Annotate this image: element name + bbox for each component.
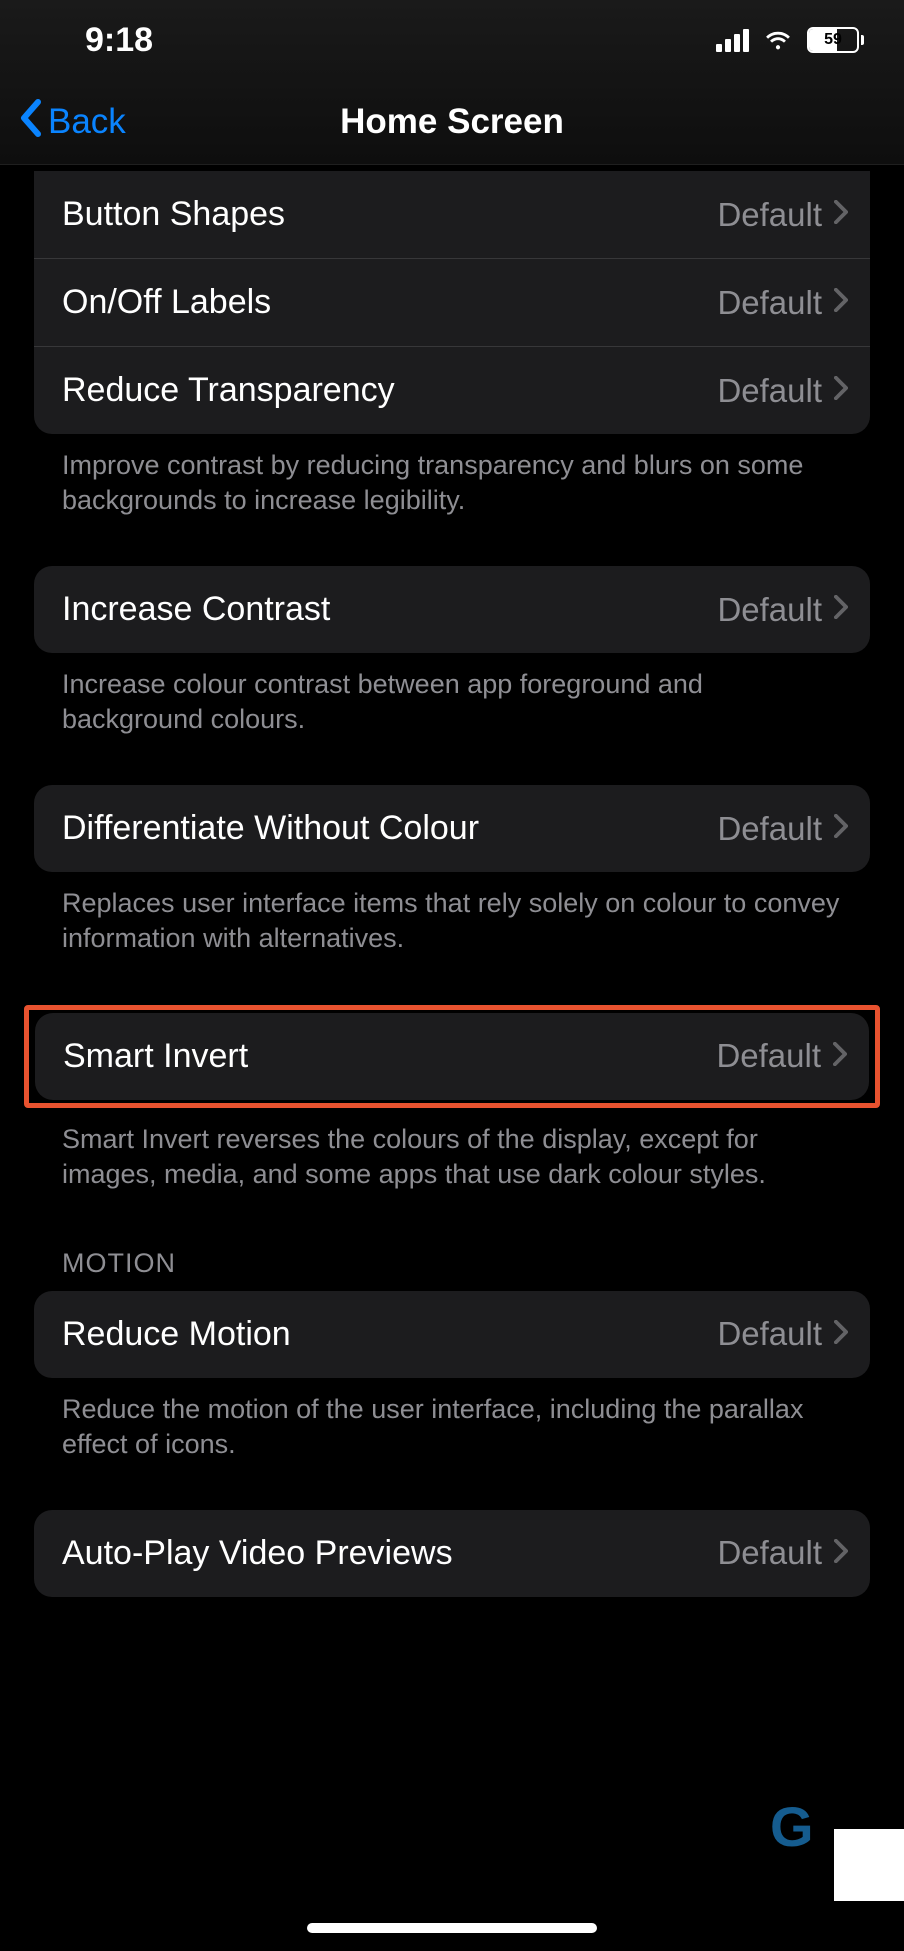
wifi-icon [761, 21, 795, 60]
footer-reduce-transparency: Improve contrast by reducing transparenc… [34, 434, 870, 518]
home-indicator[interactable] [307, 1923, 597, 1933]
chevron-right-icon [834, 595, 848, 624]
row-label: Smart Invert [63, 1037, 248, 1076]
row-autoplay-video-previews[interactable]: Auto-Play Video Previews Default [34, 1510, 870, 1597]
row-on-off-labels[interactable]: On/Off Labels Default [34, 258, 870, 346]
chevron-right-icon [834, 814, 848, 843]
navigation-bar: Back Home Screen [0, 80, 904, 165]
row-differentiate-without-colour[interactable]: Differentiate Without Colour Default [34, 785, 870, 872]
row-label: Button Shapes [62, 195, 285, 234]
chevron-right-icon [834, 1539, 848, 1568]
battery-percent: 59 [809, 29, 857, 51]
chevron-right-icon [834, 288, 848, 317]
footer-reduce-motion: Reduce the motion of the user interface,… [34, 1378, 870, 1462]
row-smart-invert[interactable]: Smart Invert Default [35, 1013, 869, 1100]
page-title: Home Screen [0, 102, 904, 142]
status-time: 9:18 [85, 21, 153, 60]
row-label: Increase Contrast [62, 590, 330, 629]
row-label: Auto-Play Video Previews [62, 1534, 453, 1573]
row-value: Default [717, 1315, 822, 1353]
battery-icon: 59 [807, 27, 864, 53]
settings-group-autoplay: Auto-Play Video Previews Default [34, 1510, 870, 1597]
watermark-logo: G [770, 1803, 870, 1859]
row-label: Reduce Motion [62, 1315, 291, 1354]
highlight-smart-invert: Smart Invert Default [24, 1005, 880, 1108]
settings-group-display: Button Shapes Default On/Off Labels Defa… [34, 171, 870, 434]
footer-differentiate: Replaces user interface items that rely … [34, 872, 870, 956]
settings-group-motion: Reduce Motion Default [34, 1291, 870, 1378]
back-button[interactable]: Back [18, 98, 126, 147]
chevron-right-icon [833, 1042, 847, 1071]
row-label: On/Off Labels [62, 283, 271, 322]
row-value: Default [717, 810, 822, 848]
row-reduce-transparency[interactable]: Reduce Transparency Default [34, 346, 870, 434]
row-label: Reduce Transparency [62, 371, 395, 410]
row-value: Default [717, 591, 822, 629]
status-bar: 9:18 59 [0, 0, 904, 80]
cellular-signal-icon [716, 29, 749, 52]
chevron-right-icon [834, 200, 848, 229]
row-value: Default [717, 284, 822, 322]
footer-smart-invert: Smart Invert reverses the colours of the… [34, 1108, 870, 1192]
row-value: Default [717, 372, 822, 410]
chevron-right-icon [834, 1320, 848, 1349]
row-button-shapes[interactable]: Button Shapes Default [34, 171, 870, 258]
settings-content: Button Shapes Default On/Off Labels Defa… [0, 171, 904, 1597]
row-label: Differentiate Without Colour [62, 809, 479, 848]
chevron-right-icon [834, 376, 848, 405]
settings-group-differentiate: Differentiate Without Colour Default [34, 785, 870, 872]
back-label: Back [48, 102, 126, 142]
row-value: Default [717, 196, 822, 234]
status-icons: 59 [716, 21, 864, 60]
row-value: Default [716, 1037, 821, 1075]
row-value: Default [717, 1534, 822, 1572]
chevron-left-icon [18, 98, 42, 147]
section-header-motion: MOTION [34, 1248, 870, 1291]
row-reduce-motion[interactable]: Reduce Motion Default [34, 1291, 870, 1378]
settings-group-smart-invert: Smart Invert Default [35, 1013, 869, 1100]
settings-group-contrast: Increase Contrast Default [34, 566, 870, 653]
row-increase-contrast[interactable]: Increase Contrast Default [34, 566, 870, 653]
footer-increase-contrast: Increase colour contrast between app for… [34, 653, 870, 737]
